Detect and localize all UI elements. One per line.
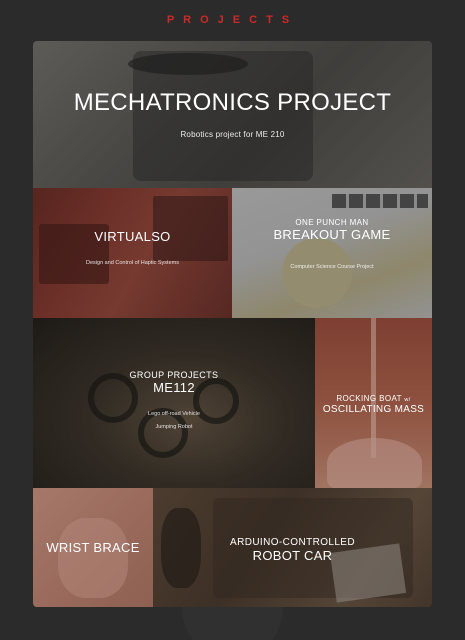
project-tile-virtualso[interactable]: VIRTUALSO Design and Control of Haptic S… (33, 188, 232, 318)
tile-pretitle: GROUP PROJECTS (129, 370, 219, 380)
tile-title: MECHATRONICS PROJECT (73, 89, 392, 117)
tile-pretitle: ARDUINO-CONTROLLED (230, 536, 355, 548)
project-tile-me112[interactable]: GROUP PROJECTS ME112 Lego off-road Vehic… (33, 318, 315, 488)
tile-title: ME112 (153, 380, 195, 395)
tile-line: Lego off-road Vehicle (148, 410, 200, 417)
project-tile-breakout[interactable]: ONE PUNCH MAN BREAKOUT GAME Computer Sci… (232, 188, 432, 318)
project-tile-rocking-boat[interactable]: ROCKING BOAT w/ OSCILLATING MASS (315, 318, 432, 488)
project-tile-robot-car[interactable]: ARDUINO-CONTROLLED ROBOT CAR (153, 488, 432, 607)
section-title: PROJECTS (166, 14, 299, 26)
tile-subtitle: Robotics project for ME 210 (180, 129, 285, 139)
tile-pretitle: ROCKING BOAT w/ (336, 394, 411, 404)
tile-title: VIRTUALSO (94, 229, 171, 244)
tile-title: BREAKOUT GAME (273, 227, 391, 242)
tile-pretitle: ONE PUNCH MAN (295, 218, 369, 227)
project-tile-mechatronics[interactable]: MECHATRONICS PROJECT Robotics project fo… (33, 41, 432, 188)
tile-line: Jumping Robot (155, 423, 193, 430)
tile-title: OSCILLATING MASS (322, 404, 425, 416)
tile-subtitle: Computer Science Course Project (290, 263, 374, 270)
tile-title: ROBOT CAR (252, 547, 333, 563)
tile-title: WRIST BRACE (46, 539, 140, 555)
projects-grid: MECHATRONICS PROJECT Robotics project fo… (33, 41, 432, 607)
tile-subtitle: Design and Control of Haptic Systems (86, 259, 179, 266)
project-tile-wrist-brace[interactable]: WRIST BRACE (33, 488, 153, 607)
